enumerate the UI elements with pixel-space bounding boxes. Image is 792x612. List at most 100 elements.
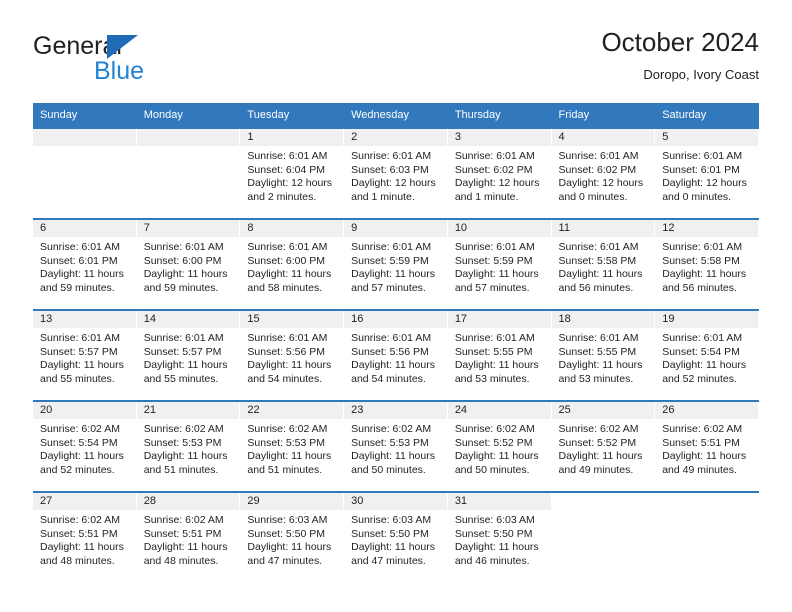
day-details: Sunrise: 6:01 AM Sunset: 5:59 PM Daylight:… bbox=[344, 237, 447, 295]
calendar-table: Sunday Monday Tuesday Wednesday Thursday Frid… bbox=[33, 103, 759, 582]
sunset-text: Sunset: 6:02 PM bbox=[454, 163, 533, 176]
day-number: 3 bbox=[447, 129, 551, 146]
page-subtitle: Doropo, Ivory Coast bbox=[643, 67, 759, 82]
day-cell-21[interactable]: 21 Sunrise: 6:02 AM Sunset: 5:53 PM Dayligh… bbox=[136, 402, 241, 491]
calendar-cell: 29 Sunrise: 6:03 AM Sunset: 5:50 PM Dayligh… bbox=[240, 491, 345, 582]
day-cell-15[interactable]: 15 Sunrise: 6:01 AM Sunset: 5:56 PM Dayligh… bbox=[240, 311, 345, 400]
day-cell-27[interactable]: 27 Sunrise: 6:02 AM Sunset: 5:51 PM Dayligh… bbox=[33, 493, 137, 582]
sunrise-text: Sunrise: 6:01 AM bbox=[662, 332, 743, 344]
day-cell-11[interactable]: 11 Sunrise: 6:01 AM Sunset: 5:58 PM Dayligh… bbox=[551, 220, 656, 309]
daylight-text: Daylight: 11 hours and 51 minutes. bbox=[143, 450, 228, 476]
day-cell-6[interactable]: 6 Sunrise: 6:01 AM Sunset: 6:01 PM Daylight… bbox=[33, 220, 137, 309]
sunrise-text: Sunrise: 6:01 AM bbox=[662, 241, 743, 253]
day-number: 26 bbox=[655, 402, 758, 419]
day-number: 22 bbox=[240, 402, 344, 419]
sunrise-text: Sunrise: 6:02 AM bbox=[247, 423, 328, 435]
triangle-flag-icon bbox=[107, 35, 138, 59]
day-cell-23[interactable]: 23 Sunrise: 6:02 AM Sunset: 5:53 PM Dayligh… bbox=[344, 402, 448, 491]
day-number bbox=[551, 493, 655, 510]
day-number: 20 bbox=[33, 402, 136, 419]
calendar-cell: 20 Sunrise: 6:02 AM Sunset: 5:54 PM Dayligh… bbox=[33, 400, 137, 492]
daylight-text: Daylight: 12 hours and 1 minute. bbox=[351, 177, 436, 203]
daylight-text: Daylight: 11 hours and 56 minutes. bbox=[558, 268, 643, 294]
sunrise-text: Sunrise: 6:02 AM bbox=[558, 423, 639, 435]
sunset-text: Sunset: 6:02 PM bbox=[558, 163, 637, 176]
weekday-header-monday: Monday bbox=[136, 103, 241, 128]
sunset-text: Sunset: 5:50 PM bbox=[351, 527, 429, 540]
calendar-cell: 5 Sunrise: 6:01 AM Sunset: 6:01 PM Daylight… bbox=[655, 127, 759, 219]
day-cell-10[interactable]: 10 Sunrise: 6:01 AM Sunset: 5:59 PM Dayligh… bbox=[447, 220, 552, 309]
day-details: Sunrise: 6:01 AM Sunset: 6:04 PM Daylight:… bbox=[240, 146, 343, 204]
calendar-week-row: 1 Sunrise: 6:01 AM Sunset: 6:04 PM Daylight… bbox=[33, 127, 759, 219]
daylight-text: Daylight: 11 hours and 56 minutes. bbox=[662, 268, 747, 294]
calendar-cell: 16 Sunrise: 6:01 AM Sunset: 5:56 PM Dayligh… bbox=[344, 309, 448, 401]
day-cell-28[interactable]: 28 Sunrise: 6:02 AM Sunset: 5:51 PM Dayligh… bbox=[136, 493, 241, 582]
day-details: Sunrise: 6:01 AM Sunset: 6:01 PM Daylight:… bbox=[33, 237, 136, 295]
day-details: Sunrise: 6:01 AM Sunset: 6:00 PM Daylight:… bbox=[240, 237, 343, 295]
sunrise-text: Sunrise: 6:01 AM bbox=[143, 241, 224, 253]
calendar-cell: 21 Sunrise: 6:02 AM Sunset: 5:53 PM Dayligh… bbox=[136, 400, 241, 492]
day-number: 8 bbox=[240, 220, 344, 237]
calendar-cell: 10 Sunrise: 6:01 AM Sunset: 5:59 PM Dayligh… bbox=[447, 218, 552, 310]
day-cell-24[interactable]: 24 Sunrise: 6:02 AM Sunset: 5:52 PM Dayligh… bbox=[447, 402, 552, 491]
day-cell-20[interactable]: 20 Sunrise: 6:02 AM Sunset: 5:54 PM Dayligh… bbox=[33, 402, 137, 491]
day-cell-17[interactable]: 17 Sunrise: 6:01 AM Sunset: 5:55 PM Dayligh… bbox=[447, 311, 552, 400]
weekday-header-row: Sunday Monday Tuesday Wednesday Thursday Frid… bbox=[33, 103, 759, 128]
day-number: 9 bbox=[344, 220, 447, 237]
day-cell-3[interactable]: 3 Sunrise: 6:01 AM Sunset: 6:02 PM Daylight… bbox=[447, 129, 552, 218]
calendar-cell: 24 Sunrise: 6:02 AM Sunset: 5:52 PM Dayligh… bbox=[447, 400, 552, 492]
day-cell-16[interactable]: 16 Sunrise: 6:01 AM Sunset: 5:56 PM Dayligh… bbox=[344, 311, 448, 400]
brand-logo[interactable]: General Blue bbox=[33, 32, 253, 94]
daylight-text: Daylight: 11 hours and 58 minutes. bbox=[247, 268, 332, 294]
day-cell-1[interactable]: 1 Sunrise: 6:01 AM Sunset: 6:04 PM Daylight… bbox=[240, 129, 345, 218]
day-details: Sunrise: 6:02 AM Sunset: 5:53 PM Daylight:… bbox=[344, 419, 447, 477]
day-cell-22[interactable]: 22 Sunrise: 6:02 AM Sunset: 5:53 PM Dayligh… bbox=[240, 402, 345, 491]
day-cell-8[interactable]: 8 Sunrise: 6:01 AM Sunset: 6:00 PM Daylight… bbox=[240, 220, 345, 309]
day-cell-29[interactable]: 29 Sunrise: 6:03 AM Sunset: 5:50 PM Dayligh… bbox=[240, 493, 345, 582]
sunset-text: Sunset: 5:52 PM bbox=[558, 436, 637, 449]
calendar-cell: 23 Sunrise: 6:02 AM Sunset: 5:53 PM Dayligh… bbox=[344, 400, 448, 492]
day-number: 18 bbox=[551, 311, 655, 328]
day-cell-empty bbox=[33, 129, 137, 218]
day-cell-31[interactable]: 31 Sunrise: 6:03 AM Sunset: 5:50 PM Dayligh… bbox=[447, 493, 552, 582]
calendar-cell: 28 Sunrise: 6:02 AM Sunset: 5:51 PM Dayligh… bbox=[136, 491, 241, 582]
sunset-text: Sunset: 6:03 PM bbox=[351, 163, 429, 176]
daylight-text: Daylight: 11 hours and 48 minutes. bbox=[40, 541, 124, 567]
day-cell-empty bbox=[136, 129, 241, 218]
sunrise-text: Sunrise: 6:03 AM bbox=[454, 514, 535, 526]
brand-name-blue: Blue bbox=[94, 57, 145, 85]
day-cell-25[interactable]: 25 Sunrise: 6:02 AM Sunset: 5:52 PM Dayligh… bbox=[551, 402, 656, 491]
day-cell-7[interactable]: 7 Sunrise: 6:01 AM Sunset: 6:00 PM Daylight… bbox=[136, 220, 241, 309]
day-details: Sunrise: 6:01 AM Sunset: 5:54 PM Daylight:… bbox=[655, 328, 758, 386]
sunrise-text: Sunrise: 6:02 AM bbox=[143, 514, 224, 526]
day-cell-5[interactable]: 5 Sunrise: 6:01 AM Sunset: 6:01 PM Daylight… bbox=[655, 129, 759, 218]
day-cell-12[interactable]: 12 Sunrise: 6:01 AM Sunset: 5:58 PM Dayligh… bbox=[655, 220, 759, 309]
day-details: Sunrise: 6:02 AM Sunset: 5:51 PM Daylight:… bbox=[137, 510, 240, 568]
day-cell-26[interactable]: 26 Sunrise: 6:02 AM Sunset: 5:51 PM Dayligh… bbox=[655, 402, 759, 491]
day-cell-30[interactable]: 30 Sunrise: 6:03 AM Sunset: 5:50 PM Dayligh… bbox=[344, 493, 448, 582]
calendar-cell: 1 Sunrise: 6:01 AM Sunset: 6:04 PM Daylight… bbox=[240, 127, 345, 219]
day-number: 7 bbox=[136, 220, 240, 237]
calendar-grid: Sunday Monday Tuesday Wednesday Thursday Frid… bbox=[33, 103, 759, 582]
day-cell-4[interactable]: 4 Sunrise: 6:01 AM Sunset: 6:02 PM Daylight… bbox=[551, 129, 656, 218]
day-details: Sunrise: 6:01 AM Sunset: 6:02 PM Daylight:… bbox=[552, 146, 655, 204]
day-cell-9[interactable]: 9 Sunrise: 6:01 AM Sunset: 5:59 PM Daylight… bbox=[344, 220, 448, 309]
sunrise-text: Sunrise: 6:02 AM bbox=[351, 423, 432, 435]
sunset-text: Sunset: 5:58 PM bbox=[662, 254, 740, 267]
sunrise-text: Sunrise: 6:01 AM bbox=[558, 241, 639, 253]
sunset-text: Sunset: 6:01 PM bbox=[40, 254, 118, 267]
sunset-text: Sunset: 5:57 PM bbox=[143, 345, 222, 358]
sunrise-text: Sunrise: 6:02 AM bbox=[143, 423, 224, 435]
day-cell-19[interactable]: 19 Sunrise: 6:01 AM Sunset: 5:54 PM Dayligh… bbox=[655, 311, 759, 400]
sunrise-text: Sunrise: 6:02 AM bbox=[454, 423, 535, 435]
daylight-text: Daylight: 12 hours and 0 minutes. bbox=[662, 177, 747, 203]
day-cell-13[interactable]: 13 Sunrise: 6:01 AM Sunset: 5:57 PM Dayligh… bbox=[33, 311, 137, 400]
sunset-text: Sunset: 5:59 PM bbox=[454, 254, 533, 267]
day-cell-14[interactable]: 14 Sunrise: 6:01 AM Sunset: 5:57 PM Dayligh… bbox=[136, 311, 241, 400]
day-cell-18[interactable]: 18 Sunrise: 6:01 AM Sunset: 5:55 PM Dayligh… bbox=[551, 311, 656, 400]
day-cell-2[interactable]: 2 Sunrise: 6:01 AM Sunset: 6:03 PM Daylight… bbox=[344, 129, 448, 218]
day-number: 15 bbox=[240, 311, 344, 328]
sunrise-text: Sunrise: 6:01 AM bbox=[143, 332, 224, 344]
sunset-text: Sunset: 5:57 PM bbox=[40, 345, 118, 358]
daylight-text: Daylight: 11 hours and 52 minutes. bbox=[662, 359, 747, 385]
